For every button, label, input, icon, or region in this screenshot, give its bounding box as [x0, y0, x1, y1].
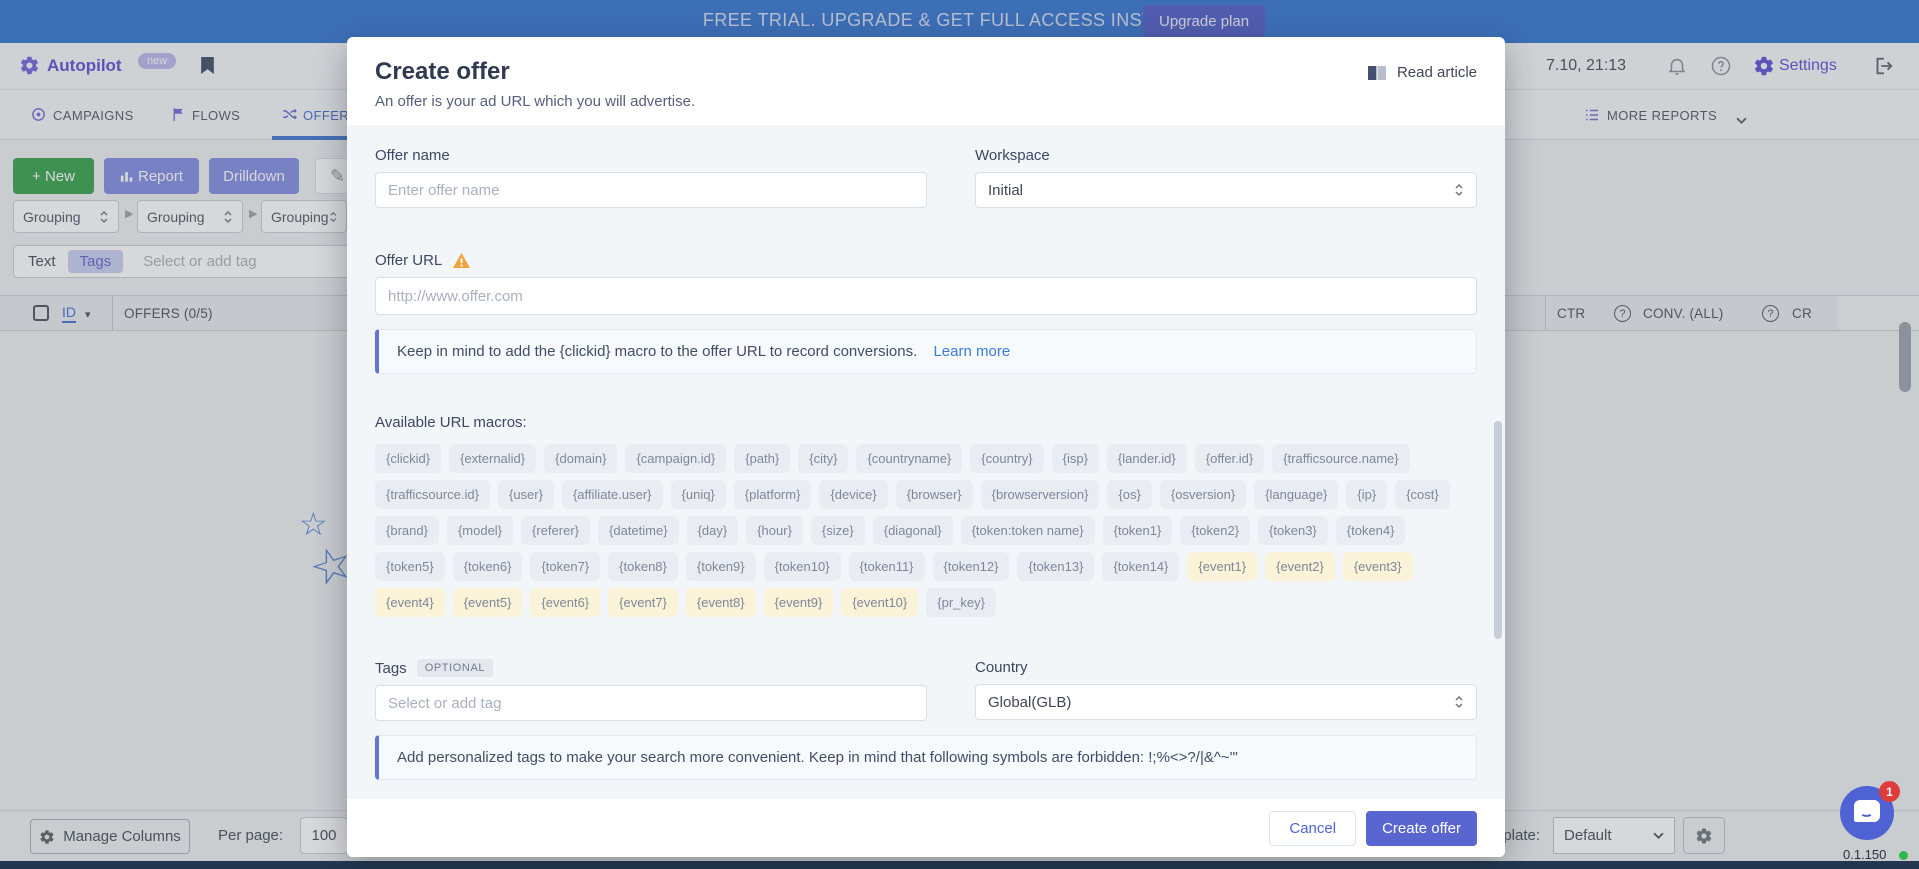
macro-chip[interactable]: {diagonal} — [873, 516, 953, 545]
offer-url-label: Offer URL — [375, 252, 1477, 269]
macro-chip[interactable]: {city} — [798, 444, 848, 473]
macro-chip[interactable]: {path} — [734, 444, 790, 473]
macro-chip[interactable]: {event7} — [608, 588, 678, 617]
macro-chip[interactable]: {pr_key} — [926, 588, 996, 617]
macro-chip[interactable]: {token4} — [1336, 516, 1406, 545]
macro-chip[interactable]: {externalid} — [449, 444, 536, 473]
macro-chip[interactable]: {token7} — [530, 552, 600, 581]
macro-chip[interactable]: {token9} — [686, 552, 756, 581]
macro-chip[interactable]: {osversion} — [1160, 480, 1246, 509]
macro-chip[interactable]: {event8} — [686, 588, 756, 617]
read-article-link[interactable]: Read article — [1366, 64, 1477, 81]
macro-chip[interactable]: {event5} — [453, 588, 523, 617]
macro-chip[interactable]: {uniq} — [671, 480, 726, 509]
macro-chip[interactable]: {token1} — [1103, 516, 1173, 545]
macro-chip[interactable]: {datetime} — [598, 516, 679, 545]
clickid-note: Keep in mind to add the {clickid} macro … — [375, 329, 1477, 374]
macro-chip[interactable]: {event4} — [375, 588, 445, 617]
modal-title: Create offer — [375, 58, 695, 86]
optional-badge: OPTIONAL — [417, 659, 493, 677]
macro-chip[interactable]: {trafficsource.id} — [375, 480, 490, 509]
macro-chip[interactable]: {clickid} — [375, 444, 441, 473]
macro-chip[interactable]: {event2} — [1265, 552, 1335, 581]
status-dot — [1899, 851, 1908, 860]
modal-body: Offer name Workspace Initial Offer URL K… — [347, 125, 1505, 799]
learn-more-link[interactable]: Learn more — [933, 343, 1010, 360]
macro-chip[interactable]: {token5} — [375, 552, 445, 581]
workspace-select[interactable]: Initial — [975, 172, 1477, 208]
macro-chip[interactable]: {token8} — [608, 552, 678, 581]
cancel-button[interactable]: Cancel — [1269, 811, 1356, 846]
macro-chip[interactable]: {event1} — [1187, 552, 1257, 581]
version-label: 0.1.150 — [1843, 847, 1886, 862]
offer-url-input[interactable] — [375, 277, 1477, 315]
offer-name-label: Offer name — [375, 147, 927, 164]
macro-chip[interactable]: {day} — [687, 516, 739, 545]
macro-chip[interactable]: {size} — [811, 516, 865, 545]
country-label: Country — [975, 659, 1477, 676]
macros-list: {clickid} {externalid} {domain} {campaign.i… — [375, 444, 1477, 617]
macro-chip[interactable]: {browser} — [896, 480, 973, 509]
modal-header: Create offer An offer is your ad URL whi… — [347, 37, 1505, 125]
workspace-label: Workspace — [975, 147, 1477, 164]
macro-chip[interactable]: {token11} — [849, 552, 925, 581]
create-offer-button[interactable]: Create offer — [1366, 811, 1477, 846]
chat-bubble-icon — [1854, 800, 1880, 822]
macro-chip[interactable]: {token:token name} — [961, 516, 1095, 545]
macro-chip[interactable]: {ip} — [1346, 480, 1387, 509]
macro-chip[interactable]: {affiliate.user} — [562, 480, 663, 509]
macro-chip[interactable]: {campaign.id} — [625, 444, 726, 473]
macro-chip[interactable]: {countryname} — [856, 444, 962, 473]
macro-chip[interactable]: {hour} — [746, 516, 803, 545]
tags-label: TagsOPTIONAL — [375, 659, 927, 677]
chat-unread-badge: 1 — [1879, 781, 1900, 802]
macro-chip[interactable]: {cost} — [1395, 480, 1450, 509]
macros-label: Available URL macros: — [375, 414, 1477, 431]
macro-chip[interactable]: {referer} — [521, 516, 590, 545]
macro-chip[interactable]: {event9} — [764, 588, 834, 617]
create-offer-modal: Create offer An offer is your ad URL whi… — [347, 37, 1505, 857]
tags-note: Add personalized tags to make your searc… — [375, 735, 1477, 780]
modal-scrollbar[interactable] — [1494, 421, 1502, 639]
macro-chip[interactable]: {user} — [498, 480, 554, 509]
macro-chip[interactable]: {country} — [970, 444, 1043, 473]
macro-chip[interactable]: {model} — [447, 516, 513, 545]
macro-chip[interactable]: {platform} — [734, 480, 812, 509]
country-select[interactable]: Global(GLB) — [975, 684, 1477, 720]
macro-chip[interactable]: {event6} — [530, 588, 600, 617]
macro-chip[interactable]: {trafficsource.name} — [1272, 444, 1409, 473]
macro-chip[interactable]: {token2} — [1180, 516, 1250, 545]
modal-subtitle: An offer is your ad URL which you will a… — [375, 93, 695, 110]
macro-chip[interactable]: {event3} — [1343, 552, 1413, 581]
warning-icon — [452, 252, 471, 269]
macro-chip[interactable]: {token14} — [1102, 552, 1179, 581]
book-icon — [1366, 65, 1388, 81]
bottom-edge-strip — [0, 861, 1919, 869]
macro-chip[interactable]: {token6} — [453, 552, 523, 581]
macro-chip[interactable]: {os} — [1107, 480, 1151, 509]
macro-chip[interactable]: {token10} — [764, 552, 841, 581]
macro-chip[interactable]: {offer.id} — [1195, 444, 1264, 473]
macro-chip[interactable]: {brand} — [375, 516, 439, 545]
tags-input[interactable] — [375, 685, 927, 721]
macro-chip[interactable]: {lander.id} — [1107, 444, 1187, 473]
macro-chip[interactable]: {token13} — [1017, 552, 1094, 581]
updown-icon — [1454, 695, 1464, 709]
app-root: FREE TRIAL. UPGRADE & GET FULL ACCESS IN… — [0, 0, 1919, 869]
updown-icon — [1454, 183, 1464, 197]
offer-name-input[interactable] — [375, 172, 927, 208]
macro-chip[interactable]: {event10} — [841, 588, 918, 617]
macro-chip[interactable]: {domain} — [544, 444, 617, 473]
macro-chip[interactable]: {token3} — [1258, 516, 1328, 545]
macro-chip[interactable]: {isp} — [1052, 444, 1099, 473]
macro-chip[interactable]: {device} — [819, 480, 887, 509]
macro-chip[interactable]: {language} — [1254, 480, 1338, 509]
modal-footer: Cancel Create offer — [347, 799, 1505, 857]
macro-chip[interactable]: {token12} — [933, 552, 1010, 581]
chat-widget-button[interactable]: 1 — [1840, 786, 1894, 840]
macro-chip[interactable]: {browserversion} — [981, 480, 1100, 509]
